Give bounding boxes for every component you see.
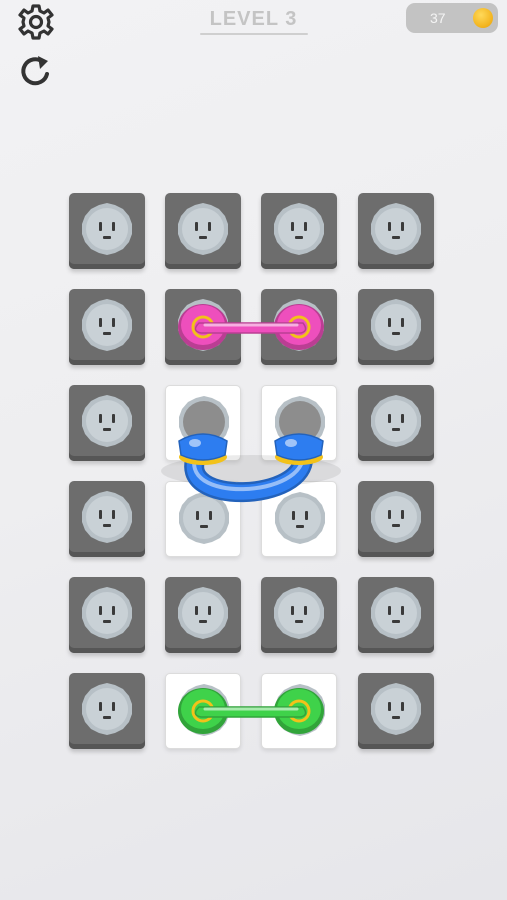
socket-tile[interactable] xyxy=(261,577,337,653)
socket-icon xyxy=(272,202,326,256)
socket-icon xyxy=(80,202,134,256)
socket-icon xyxy=(369,682,423,736)
socket-icon xyxy=(80,394,134,448)
socket-tile[interactable] xyxy=(69,385,145,461)
socket-tile[interactable] xyxy=(69,193,145,269)
socket-icon xyxy=(176,202,230,256)
socket-tile[interactable] xyxy=(69,673,145,749)
socket-tile[interactable] xyxy=(165,577,241,653)
cable-plug xyxy=(178,433,228,461)
socket-tile[interactable] xyxy=(261,193,337,269)
plug-highlight xyxy=(285,439,297,447)
socket-icon xyxy=(369,490,423,544)
socket-icon xyxy=(272,586,326,640)
socket-icon xyxy=(176,586,230,640)
socket-icon xyxy=(80,682,134,736)
game-board xyxy=(0,0,507,900)
socket-tile[interactable] xyxy=(358,577,434,653)
socket-tile[interactable] xyxy=(358,193,434,269)
socket-icon xyxy=(369,586,423,640)
socket-icon xyxy=(80,298,134,352)
socket-icon xyxy=(369,394,423,448)
socket-tile[interactable] xyxy=(358,289,434,365)
socket-tile[interactable] xyxy=(358,385,434,461)
socket-tile[interactable] xyxy=(69,577,145,653)
socket-icon xyxy=(369,202,423,256)
socket-icon xyxy=(273,491,327,545)
socket-tile[interactable] xyxy=(358,673,434,749)
socket-tile[interactable] xyxy=(69,289,145,365)
socket-tile[interactable] xyxy=(165,193,241,269)
plug-highlight xyxy=(189,439,201,447)
socket-tile[interactable] xyxy=(358,481,434,557)
cable-plug xyxy=(274,433,324,461)
socket-tile[interactable] xyxy=(69,481,145,557)
socket-icon xyxy=(80,586,134,640)
socket-icon xyxy=(80,490,134,544)
socket-icon xyxy=(369,298,423,352)
